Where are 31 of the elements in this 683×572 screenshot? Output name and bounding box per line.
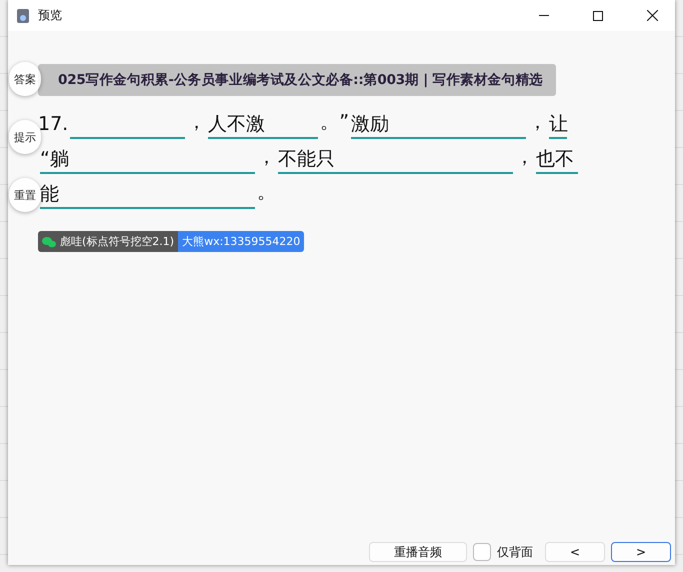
next-button[interactable]: > [611,542,671,562]
fill-in-line[interactable]: 激励 [351,111,526,139]
previous-button[interactable]: < [545,542,605,562]
sentence-text: ， [528,110,548,135]
close-icon [646,10,658,21]
author-tag: 彪哇(标点符号挖空2.1) [38,231,178,252]
floating-button[interactable]: 重置 [9,178,41,212]
minimize-icon [539,15,549,16]
floating-button[interactable]: 答案 [9,62,41,96]
sentence-text: ， [515,145,534,170]
floating-button[interactable]: 提示 [9,120,41,154]
maximize-icon [593,10,603,20]
replay-audio-button[interactable]: 重播音频 [369,542,467,562]
window-title: 预览 [38,7,63,24]
fill-in-line[interactable]: 能 [40,181,255,209]
fill-in-line[interactable]: 不能只 [278,146,513,174]
sentence-text: 。 [257,180,276,205]
fill-in-line[interactable]: “躺 [40,146,255,174]
article-title: 025写作金句积累-公务员事业编考试及公文必备::第003期 | 写作素材金句精选 [38,64,556,96]
app-icon [16,8,30,24]
sentence-text: ， [187,110,206,135]
chat-icon [42,236,56,248]
back-only-label: 仅背面 [497,544,533,560]
back-only-checkbox[interactable] [473,543,491,561]
fill-in-line[interactable]: 也不 [536,146,578,174]
contact-tag: 大熊wx:13359554220 [178,231,304,252]
fill-in-line[interactable]: 让 [549,111,568,139]
sentence-text: 17. [38,113,68,137]
sentence-text: ， [257,145,276,170]
fill-in-line[interactable]: 人不激 [208,111,318,139]
sentence-text: 。” [320,110,350,135]
